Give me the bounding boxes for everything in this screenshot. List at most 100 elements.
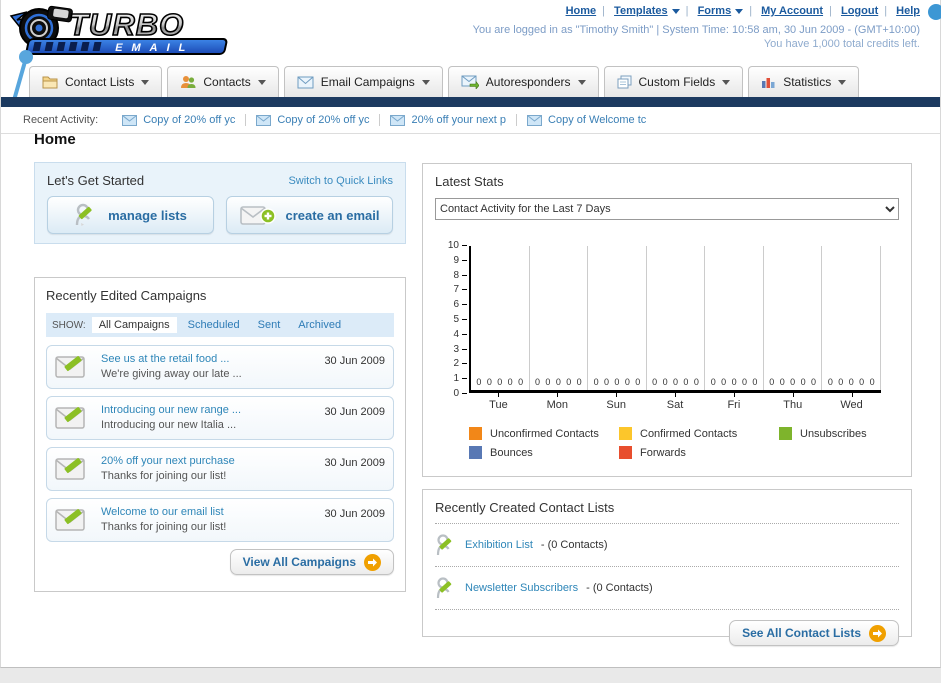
chart-x-axis: Tue Mon Sun Sat Fri Thu Wed [469,393,881,411]
campaign-date: 30 Jun 2009 [324,406,385,418]
campaign-row[interactable]: Welcome to our email list Thanks for join… [46,498,394,542]
turbo-email-logo: TURBO EMAIL [7,2,239,61]
header: TURBO EMAIL Home | Templates | Forms | M… [1,0,941,133]
nav-templates-link[interactable]: Templates [614,5,668,17]
tab-label: Contact Lists [65,75,135,89]
divider [435,609,899,610]
bar-value-label: 0 [566,377,572,387]
recent-activity-item[interactable]: 20% off your next p [379,114,516,126]
envelope-icon [256,114,272,126]
nav-home-link[interactable]: Home [566,5,597,17]
nav-logout-link[interactable]: Logout [841,5,878,17]
chart-day-group: 00000 [588,246,647,390]
y-tick-label: 1 [441,373,467,384]
bar-value-label: 0 [672,377,678,387]
get-started-panel: Let's Get Started Switch to Quick Links … [34,162,406,244]
tab-custom-fields[interactable]: Custom Fields [603,66,744,97]
envelope-pencil-icon [55,509,85,531]
campaign-row[interactable]: 20% off your next purchase Thanks for joi… [46,447,394,491]
bar-value-label: 0 [848,377,854,387]
contact-list-row[interactable]: Newsletter Subscribers - (0 Contacts) [435,573,899,603]
nav-help-link[interactable]: Help [896,5,920,17]
x-tick-label: Fri [704,393,763,411]
nav-my-account-link[interactable]: My Account [761,5,823,17]
divider [435,566,899,567]
tab-label: Custom Fields [638,75,716,89]
filter-archived[interactable]: Archived [291,317,348,333]
recent-activity-bar: Recent Activity: Copy of 20% off yc Copy… [1,107,940,134]
campaign-title-link[interactable]: See us at the retail food ... [101,352,314,367]
get-started-title: Let's Get Started [47,173,145,188]
recent-activity-item[interactable]: Copy of 20% off yc [245,114,379,126]
nav-forms-link[interactable]: Forms [698,5,732,17]
campaign-title-link[interactable]: Welcome to our email list [101,505,314,520]
page-footer [0,668,941,683]
logo-graphic: TURBO EMAIL [9,5,228,55]
x-tick-label: Mon [528,393,587,411]
recent-activity-label: Recent Activity: [23,114,99,126]
bar-value-label: 0 [614,377,620,387]
tab-contact-lists[interactable]: Contact Lists [29,66,163,97]
bar-value-label: 0 [710,377,716,387]
bar-value-label: 0 [693,377,699,387]
contact-list-link[interactable]: Newsletter Subscribers [465,582,578,594]
main-nav-tabbar: Contact Lists Contacts Email Campaigns A… [1,62,940,97]
application-window: TURBO EMAIL Home | Templates | Forms | M… [0,0,941,683]
bar-chart-icon [762,78,775,88]
campaign-row[interactable]: See us at the retail food ... We're givin… [46,345,394,389]
campaigns-panel: Recently Edited Campaigns SHOW: All Camp… [34,277,406,592]
manage-lists-button[interactable]: manage lists [47,196,214,234]
tab-email-campaigns[interactable]: Email Campaigns [283,66,443,97]
bar-value-label: 0 [507,377,513,387]
campaign-title-link[interactable]: Introducing our new range ... [101,403,314,418]
contact-list-row[interactable]: Exhibition List - (0 Contacts) [435,530,899,560]
bar-value-label: 0 [741,377,747,387]
see-all-contact-lists-button[interactable]: See All Contact Lists [729,620,899,646]
recent-activity-item[interactable]: Copy of Welcome tc [516,114,656,126]
campaigns-filter-bar: SHOW: All Campaigns Scheduled Sent Archi… [46,313,394,337]
campaign-list: See us at the retail food ... We're givin… [46,345,394,542]
chart-day-group: 00000 [471,246,530,390]
header-accent-dot [928,4,941,20]
contact-activity-chart: 10 9 8 7 6 5 4 3 2 1 0 000000000000000000000000000… [439,240,899,459]
switch-quick-links[interactable]: Switch to Quick Links [288,175,393,187]
arrow-right-icon [364,553,381,571]
filter-scheduled[interactable]: Scheduled [181,317,247,333]
tab-autoresponders[interactable]: Autoresponders [447,66,599,97]
campaigns-title: Recently Edited Campaigns [46,288,207,303]
chart-plot-area: 10 9 8 7 6 5 4 3 2 1 0 000000000000000000000000000… [448,240,882,399]
tab-label: Statistics [783,75,832,89]
contact-list-link[interactable]: Exhibition List [465,539,533,551]
bar-value-label: 0 [810,377,816,387]
y-tick-label: 10 [441,240,467,251]
y-tick-label: 4 [441,329,467,340]
person-pencil-icon [75,203,92,226]
view-all-campaigns-button[interactable]: View All Campaigns [229,549,394,575]
stats-period-select[interactable]: Contact Activity for the Last 7 Days [435,198,899,220]
create-email-button[interactable]: create an email [226,196,393,234]
y-tick-label: 9 [441,255,467,266]
chevron-down-icon [257,79,266,85]
x-tick-label: Sat [646,393,705,411]
filter-all-campaigns[interactable]: All Campaigns [91,317,177,333]
bar-value-label: 0 [721,377,727,387]
tab-statistics[interactable]: Statistics [748,66,860,97]
recent-activity-item[interactable]: Copy of 20% off yc [112,114,245,126]
bar-value-label: 0 [555,377,561,387]
campaign-title-link[interactable]: 20% off your next purchase [101,454,314,469]
x-tick-label: Thu [763,393,822,411]
filter-sent[interactable]: Sent [251,317,288,333]
legend-item: Unconfirmed Contacts [469,427,619,440]
y-tick-label: 5 [441,314,467,325]
latest-stats-panel: Latest Stats Contact Activity for the La… [422,163,912,477]
bar-value-label: 0 [576,377,582,387]
bar-value-label: 0 [800,377,806,387]
divider [435,523,899,524]
contact-lists-panel: Recently Created Contact Lists Exhibitio… [422,489,912,646]
legend-swatch [779,427,792,440]
envelope-pencil-icon [55,458,85,480]
chart-legend: Unconfirmed Contacts Confirmed Contacts Un… [469,427,899,459]
campaign-row[interactable]: Introducing our new range ... Introducing… [46,396,394,440]
tab-contacts[interactable]: Contacts [167,66,279,97]
chevron-down-icon [838,79,847,85]
